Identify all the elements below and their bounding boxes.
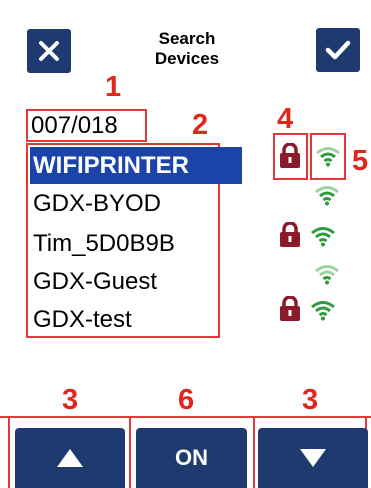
toggle-label: ON bbox=[175, 445, 208, 470]
scroll-down-button[interactable] bbox=[258, 428, 368, 488]
page-title: Search Devices bbox=[137, 29, 237, 69]
callout-5: 5 bbox=[352, 145, 369, 177]
callout-6: 6 bbox=[178, 384, 195, 416]
scroll-up-button[interactable] bbox=[15, 428, 125, 488]
wifi-signal-icon bbox=[311, 227, 335, 247]
wifi-signal-icon bbox=[315, 186, 339, 206]
toggle-on-button[interactable]: ON bbox=[136, 428, 247, 488]
counter-box: 007/018 bbox=[26, 109, 147, 142]
close-icon bbox=[39, 41, 59, 61]
title-line-1: Search bbox=[158, 29, 216, 48]
lock-icon bbox=[280, 222, 300, 247]
cancel-button[interactable] bbox=[27, 29, 71, 73]
check-icon bbox=[325, 40, 351, 60]
network-item-tim-5d0b9b[interactable]: Tim_5D0B9B bbox=[30, 225, 242, 262]
device-counter: 007/018 bbox=[31, 112, 118, 139]
lock-icon bbox=[280, 296, 300, 321]
network-item-wifiprinter[interactable]: WIFIPRINTER bbox=[30, 147, 242, 184]
network-item-gdx-test[interactable]: GDX-test bbox=[30, 301, 242, 338]
callout-2: 2 bbox=[192, 109, 209, 141]
network-item-gdx-byod[interactable]: GDX-BYOD bbox=[30, 185, 242, 222]
lock-icon bbox=[280, 143, 300, 168]
callout-3-left: 3 bbox=[62, 384, 79, 416]
title-line-2: Devices bbox=[154, 49, 220, 68]
callout-3-right: 3 bbox=[302, 384, 319, 416]
wifi-signal-icon bbox=[311, 301, 335, 321]
arrow-up-icon bbox=[57, 449, 83, 467]
network-list[interactable]: WIFIPRINTER GDX-BYOD Tim_5D0B9B GDX-Gues… bbox=[26, 143, 242, 338]
wifi-signal-icon bbox=[315, 265, 339, 285]
callout-4: 4 bbox=[277, 103, 294, 135]
network-item-gdx-guest[interactable]: GDX-Guest bbox=[30, 263, 242, 300]
arrow-down-icon bbox=[300, 449, 326, 467]
confirm-button[interactable] bbox=[316, 28, 360, 72]
callout-1: 1 bbox=[105, 71, 122, 103]
wifi-signal-icon bbox=[316, 147, 340, 167]
